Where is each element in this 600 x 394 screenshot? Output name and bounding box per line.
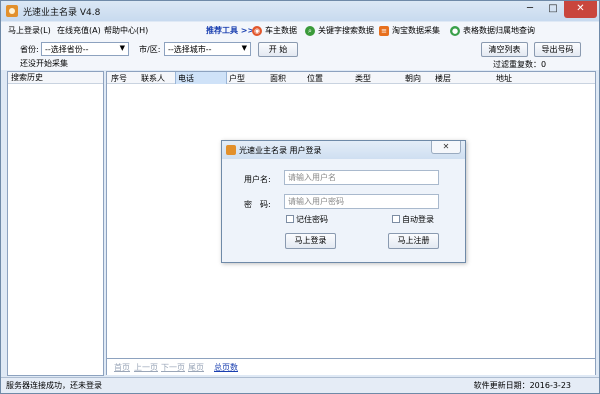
search-history-header: 搜索历史 — [8, 72, 103, 84]
column-header[interactable]: 电话 — [178, 73, 194, 84]
car-owner-icon: ◉ — [252, 25, 262, 36]
menu-login[interactable]: 马上登录(L) — [8, 25, 51, 36]
total-pages-link[interactable]: 总页数 — [214, 362, 238, 373]
last-page-link[interactable]: 尾页 — [188, 362, 204, 373]
province-select-value: --选择省份-- — [45, 45, 89, 54]
city-select-value: --选择城市-- — [168, 45, 212, 54]
city-label: 市/区: — [139, 45, 161, 54]
export-numbers-button[interactable]: 导出号码 — [534, 42, 581, 57]
window-title: 光速业主名录 V4.8 — [23, 8, 101, 18]
login-button[interactable]: 马上登录 — [285, 233, 336, 249]
tool-car-owner[interactable]: ◉ 车主数据 — [252, 25, 297, 36]
filter-bar: 省份: --选择省份-- ▼ 市/区: --选择城市-- ▼ 开 始 还没开始采… — [1, 38, 599, 70]
app-logo-icon — [226, 145, 236, 155]
auto-login-label: 自动登录 — [402, 215, 434, 224]
login-dialog-body: 用户名: 请输入用户名 密 码: 请输入用户密码 记住密码 自动登录 马上登录 … — [222, 159, 465, 262]
tool-location-query[interactable]: ● 表格数据归属地查询 — [450, 25, 535, 36]
login-dialog-titlebar: 光速业主名录 用户登录 ✕ — [222, 141, 465, 159]
close-button[interactable]: ✕ — [564, 1, 597, 18]
tool-keyword-search-label: 关键字搜索数据 — [318, 26, 374, 35]
location-query-icon: ● — [450, 25, 460, 36]
chevron-down-icon: ▼ — [241, 44, 247, 52]
province-label: 省份: — [20, 45, 39, 54]
column-header[interactable]: 类型 — [355, 73, 371, 84]
table-header: 序号 联系人 电话 户型 面积 位置 类型 朝向 楼层 地址 — [107, 72, 595, 84]
keyword-search-icon: ⌕ — [305, 25, 315, 36]
register-button[interactable]: 马上注册 — [388, 233, 439, 249]
next-page-link[interactable]: 下一页 — [161, 362, 185, 373]
collection-status: 还没开始采集 — [20, 59, 68, 68]
main-window: 光速业主名录 V4.8 ─ □ ✕ 马上登录(L) 在线充值(A) 帮助中心(H… — [0, 0, 600, 394]
login-dialog: 光速业主名录 用户登录 ✕ 用户名: 请输入用户名 密 码: 请输入用户密码 记… — [221, 140, 466, 263]
dedupe-count: 过滤重复数：0 — [493, 60, 547, 69]
tool-taobao[interactable]: ≡ 淘宝数据采集 — [379, 25, 440, 36]
title-bar: 光速业主名录 V4.8 ─ □ ✕ — [1, 1, 599, 21]
tool-keyword-search[interactable]: ⌕ 关键字搜索数据 — [305, 25, 374, 36]
column-header[interactable]: 朝向 — [405, 73, 421, 84]
login-dialog-close-button[interactable]: ✕ — [431, 141, 461, 154]
column-header[interactable]: 序号 — [111, 73, 127, 84]
city-select[interactable]: --选择城市-- ▼ — [164, 42, 251, 56]
start-button[interactable]: 开 始 — [258, 42, 298, 57]
column-header[interactable]: 面积 — [270, 73, 286, 84]
update-date: 软件更新日期：2016-3-23 — [473, 381, 571, 390]
tool-car-owner-label: 车主数据 — [265, 26, 297, 35]
province-select[interactable]: --选择省份-- ▼ — [41, 42, 129, 56]
status-bar: 服务器连接成功，还未登录 软件更新日期：2016-3-23 — [1, 377, 599, 393]
column-header[interactable]: 楼层 — [435, 73, 451, 84]
username-input[interactable]: 请输入用户名 — [284, 170, 439, 185]
menu-help[interactable]: 帮助中心(H) — [104, 25, 148, 36]
menu-recharge[interactable]: 在线充值(A) — [57, 25, 101, 36]
column-header[interactable]: 位置 — [307, 73, 323, 84]
username-label: 用户名: — [244, 175, 271, 184]
password-input[interactable]: 请输入用户密码 — [284, 194, 439, 209]
tool-taobao-label: 淘宝数据采集 — [392, 26, 440, 35]
checkbox-box — [392, 215, 400, 223]
column-header[interactable]: 联系人 — [141, 73, 165, 84]
minimize-button[interactable]: ─ — [518, 1, 542, 18]
auto-login-checkbox[interactable]: 自动登录 — [392, 214, 434, 225]
connection-status: 服务器连接成功，还未登录 — [6, 381, 102, 390]
prev-page-link[interactable]: 上一页 — [134, 362, 158, 373]
checkbox-box — [286, 215, 294, 223]
menu-bar: 马上登录(L) 在线充值(A) 帮助中心(H) 推荐工具 >> ◉ 车主数据 ⌕ 关… — [1, 22, 599, 38]
app-logo-icon — [6, 5, 18, 17]
column-header[interactable]: 户型 — [229, 73, 245, 84]
clear-list-button[interactable]: 清空列表 — [481, 42, 528, 57]
recommend-tools-label: 推荐工具 >> — [206, 26, 255, 35]
login-dialog-title: 光速业主名录 用户登录 — [239, 146, 322, 155]
chevron-down-icon: ▼ — [119, 44, 125, 52]
taobao-icon: ≡ — [379, 25, 389, 36]
maximize-button[interactable]: □ — [542, 1, 564, 18]
first-page-link[interactable]: 首页 — [114, 362, 130, 373]
remember-password-checkbox[interactable]: 记住密码 — [286, 214, 328, 225]
search-history-panel[interactable]: 搜索历史 — [7, 71, 104, 376]
tool-location-query-label: 表格数据归属地查询 — [463, 26, 535, 35]
remember-password-label: 记住密码 — [296, 215, 328, 224]
column-header[interactable]: 地址 — [496, 73, 512, 84]
password-label: 密 码: — [244, 200, 271, 209]
pager: 首页 上一页 下一页 尾页 总页数 — [106, 359, 596, 375]
